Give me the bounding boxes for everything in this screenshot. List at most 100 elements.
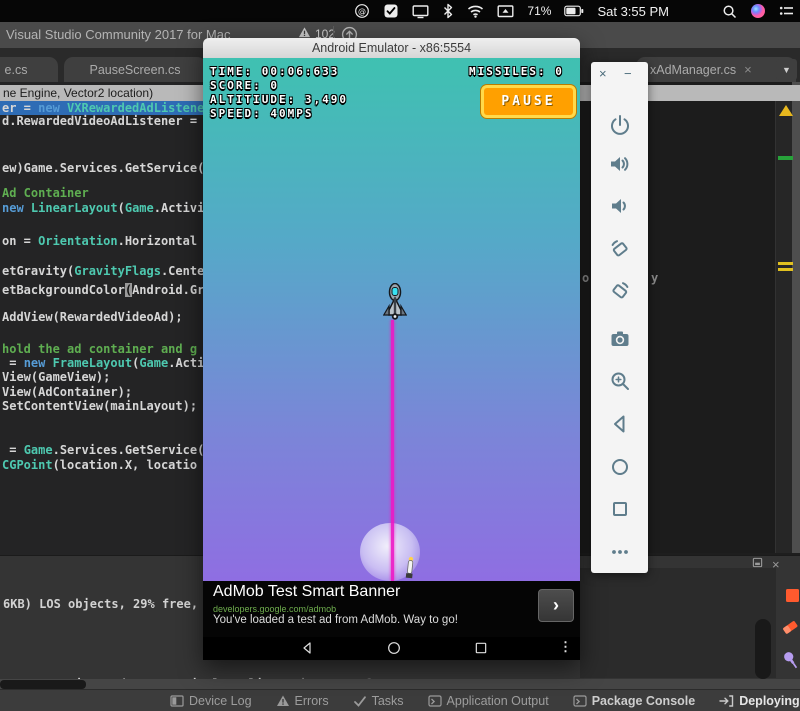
back-icon[interactable] bbox=[608, 412, 632, 436]
code-line: new LinearLayout(Game.Activi bbox=[2, 201, 203, 215]
android-back-icon[interactable] bbox=[299, 640, 315, 661]
battery-percent: 71% bbox=[527, 4, 551, 18]
pin-output-icon[interactable] bbox=[781, 649, 800, 676]
emulator-title-bar[interactable]: Android Emulator - x86:5554 bbox=[203, 38, 580, 59]
ide-status-bar: Device Log Errors Tasks Application Output P… bbox=[0, 689, 800, 711]
code-line: = Game.Services.GetService( bbox=[2, 443, 203, 457]
camera-icon[interactable] bbox=[608, 327, 632, 351]
green-mark[interactable] bbox=[778, 156, 793, 160]
tab-label: xAdManager.cs bbox=[650, 63, 736, 77]
code-fragment-right: y bbox=[651, 271, 658, 285]
emulator-game-screen[interactable]: TIME: 00:06:633 SCORE: 0 ALTITIUDE: 3,49… bbox=[203, 58, 580, 581]
window-title: Visual Studio Community 2017 for Mac bbox=[6, 27, 230, 42]
search-icon[interactable] bbox=[722, 4, 737, 19]
status-label: Errors bbox=[295, 694, 329, 708]
emulator-title: Android Emulator - x86:5554 bbox=[312, 41, 471, 55]
tab-label: e.cs bbox=[5, 63, 28, 77]
status-label: Application Output bbox=[447, 694, 549, 708]
rocket-trail bbox=[391, 320, 394, 581]
emulator-toolbar-panel: × − bbox=[591, 62, 648, 573]
dock-pad-icon[interactable] bbox=[752, 555, 763, 573]
console-icon bbox=[428, 694, 442, 708]
status-label: Device Log bbox=[189, 694, 252, 708]
yellow-mark-2[interactable] bbox=[778, 268, 793, 271]
android-menu-dots-icon[interactable]: ⋮ bbox=[559, 639, 572, 655]
android-overview-icon[interactable] bbox=[473, 640, 489, 661]
wifi-icon[interactable] bbox=[467, 4, 484, 18]
status-item-package-console[interactable]: Package Console bbox=[573, 694, 696, 708]
check-icon bbox=[353, 694, 367, 708]
ad-chevron-button[interactable]: › bbox=[538, 589, 574, 622]
pad-header-buttons: × bbox=[752, 555, 780, 573]
rotate-left-icon[interactable] bbox=[608, 237, 632, 261]
siri-icon[interactable] bbox=[750, 3, 766, 19]
panel-close-icon[interactable]: × bbox=[599, 66, 607, 81]
hud-missiles: MISSILES: 0 bbox=[469, 65, 564, 78]
clear-output-eraser-icon[interactable] bbox=[780, 617, 800, 642]
status-item-tasks[interactable]: Tasks bbox=[353, 694, 404, 708]
more-icon[interactable] bbox=[608, 540, 632, 564]
code-text-layer[interactable]: er = new VXRewardedAdListener(d.Rewarded… bbox=[0, 82, 203, 555]
screen-share-icon[interactable] bbox=[497, 4, 514, 19]
overview-icon[interactable] bbox=[608, 497, 632, 521]
tab-overflow-dropdown[interactable]: ▼ bbox=[776, 59, 797, 80]
console-icon bbox=[573, 694, 587, 708]
code-line: View(GameView); bbox=[2, 370, 110, 384]
tab-label: PauseScreen.cs bbox=[89, 63, 180, 77]
status-item-deploying-to-device[interactable]: Deploying to Device bbox=[719, 694, 800, 708]
status-item-application-output[interactable]: Application Output bbox=[428, 694, 549, 708]
close-pad-icon[interactable]: × bbox=[772, 557, 780, 572]
at-circle-icon[interactable]: @ bbox=[354, 3, 370, 19]
pause-button[interactable]: PAUSE bbox=[481, 85, 576, 118]
checkbox-icon[interactable] bbox=[383, 3, 399, 19]
mini-missile-sprite bbox=[404, 555, 416, 581]
tab-pausescreen-cs[interactable]: PauseScreen.cs bbox=[64, 57, 206, 82]
editor-scrollbar-band[interactable] bbox=[792, 82, 800, 553]
menu-clock[interactable]: Sat 3:55 PM bbox=[597, 4, 669, 19]
status-item-errors[interactable]: Errors bbox=[276, 694, 329, 708]
battery-icon bbox=[564, 5, 584, 17]
notification-list-icon[interactable] bbox=[779, 4, 794, 18]
code-line: d.RewardedVideoAdListener = bbox=[2, 114, 197, 128]
warning-mark-triangle[interactable] bbox=[779, 105, 793, 116]
code-line: on = Orientation.Horizontal bbox=[2, 234, 197, 248]
deploy-icon bbox=[719, 694, 734, 708]
code-line: etGravity(GravityFlags.Center bbox=[2, 264, 203, 278]
rotate-right-icon[interactable] bbox=[608, 279, 632, 303]
macos-menu-bar: @71% Sat 3:55 PM bbox=[0, 0, 800, 22]
stop-button[interactable] bbox=[786, 589, 799, 602]
hud-time: TIME: 00:06:633 bbox=[210, 65, 339, 78]
android-nav-bar: ⋮ bbox=[203, 637, 580, 660]
display-icon[interactable] bbox=[412, 4, 429, 19]
code-line: Ad Container bbox=[2, 186, 89, 200]
annotation-column bbox=[775, 101, 793, 553]
ad-url[interactable]: developers.google.com/admob bbox=[213, 604, 336, 614]
admob-banner[interactable]: AdMob Test Smart Banner developers.googl… bbox=[203, 581, 580, 637]
panel-minimize-icon[interactable]: − bbox=[624, 66, 632, 81]
hud-score: SCORE: 0 bbox=[210, 79, 279, 92]
code-line: AddView(RewardedVideoAd); bbox=[2, 310, 183, 324]
status-label: Tasks bbox=[372, 694, 404, 708]
output-log-line: 6KB) LOS objects, 29% free, 9MB bbox=[3, 597, 201, 611]
horizontal-scrollbar-thumb[interactable] bbox=[0, 680, 86, 689]
hud-speed: SPEED: 40MPS bbox=[210, 107, 313, 120]
tab-close-icon[interactable]: × bbox=[744, 62, 752, 77]
volume-down-icon[interactable] bbox=[608, 194, 632, 218]
status-item-device-log[interactable]: Device Log bbox=[170, 694, 252, 708]
device-log-icon bbox=[170, 694, 184, 708]
status-label: Deploying to Device bbox=[739, 694, 800, 708]
output-content-right bbox=[580, 568, 776, 678]
tab-e-cs[interactable]: e.cs bbox=[0, 57, 58, 82]
volume-up-icon[interactable] bbox=[608, 152, 632, 176]
bluetooth-icon[interactable] bbox=[442, 3, 454, 19]
yellow-mark-1[interactable] bbox=[778, 262, 793, 265]
power-icon[interactable] bbox=[608, 113, 632, 137]
zoom-icon[interactable] bbox=[608, 369, 632, 393]
android-home-icon[interactable] bbox=[386, 640, 402, 661]
home-icon[interactable] bbox=[608, 455, 632, 479]
tab-admanager[interactable]: xAdManager.cs × bbox=[636, 57, 796, 82]
code-line: ew)Game.Services.GetService( bbox=[2, 161, 203, 175]
pad-scrollbar-thumb[interactable] bbox=[755, 619, 771, 679]
svg-text:@: @ bbox=[358, 7, 366, 16]
android-emulator-window: Android Emulator - x86:5554 TIME: 00:06:… bbox=[203, 38, 580, 660]
